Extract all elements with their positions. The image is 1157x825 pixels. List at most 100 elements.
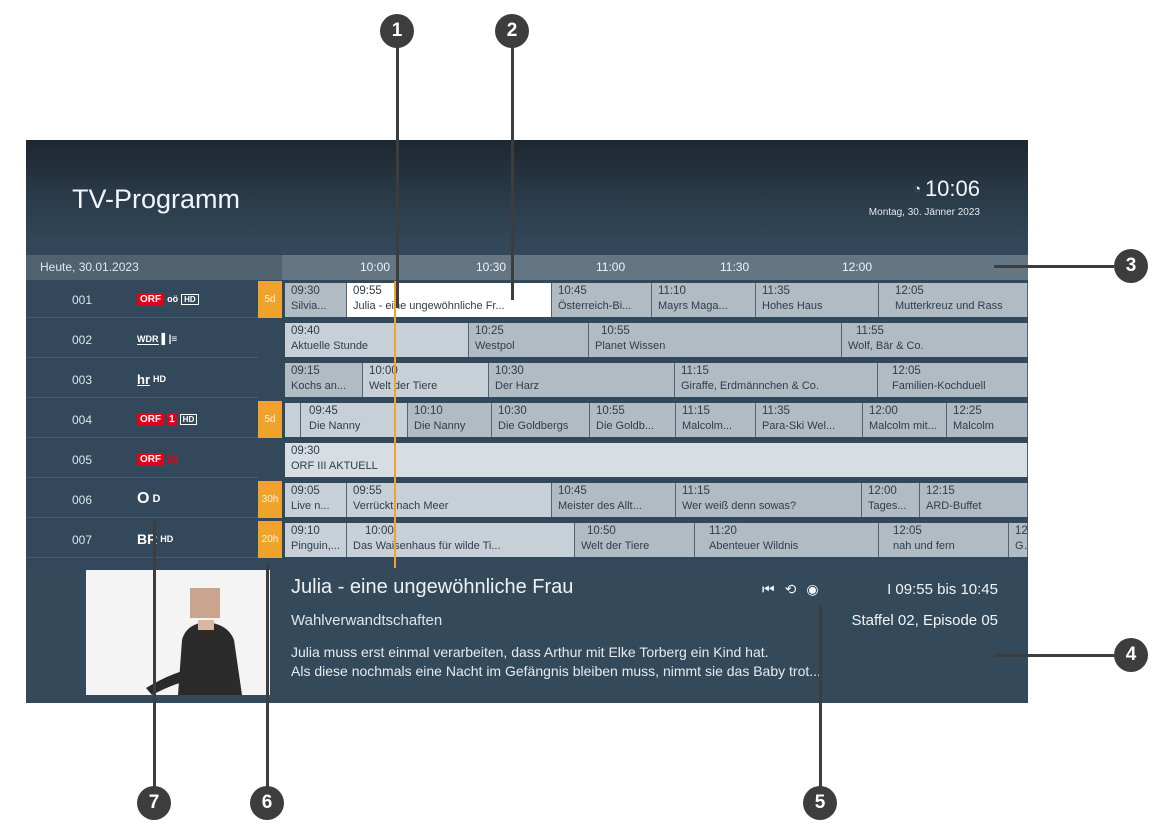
program-cell[interactable]	[285, 403, 301, 437]
program-grid: 001 ORF oö HD 5d 09:30 Silvia... 09:55 Julia…	[26, 281, 1028, 568]
program-name: Wer weiß denn sowas?	[682, 500, 797, 512]
program-cell[interactable]: 12:05 nah und fern	[879, 523, 1009, 557]
skip-back-icon[interactable]: ⏮	[762, 581, 775, 598]
program-cell[interactable]: 09:30 Silvia...	[285, 283, 347, 317]
callout-marker-3: 3	[1114, 249, 1148, 283]
program-cell[interactable]: 11:15 Malcolm...	[676, 403, 756, 437]
program-time: 11:35	[762, 405, 790, 417]
program-time: 10:25	[475, 325, 504, 337]
channel-entry[interactable]: 003 hr HD	[26, 361, 258, 398]
program-time: 10:00	[369, 365, 398, 377]
program-name: Westpol	[475, 340, 515, 352]
program-name: Mutterkreuz und Rass	[895, 300, 1003, 312]
callout-line-4	[994, 654, 1114, 657]
program-time: 12:15	[926, 485, 955, 497]
program-cell[interactable]: 10:00 Das Waisenhaus für wilde Ti...	[347, 523, 575, 557]
program-time: 12	[1015, 525, 1028, 537]
channel-entry[interactable]: 001 ORF oö HD	[26, 281, 258, 318]
program-cell[interactable]: 09:10 Pinguin,...	[285, 523, 347, 557]
program-cell[interactable]: 11:55 Wolf, Bär & Co.	[842, 323, 1028, 357]
program-name: Das Waisenhaus für wilde Ti...	[353, 540, 501, 552]
program-name: Tages...	[868, 500, 907, 512]
timeline-bar: Heute, 30.01.2023 10:00 10:30 11:00 11:3…	[26, 255, 1028, 280]
program-details-panel: Julia - eine ungewöhnliche Frau Wahlverw…	[26, 570, 1028, 703]
record-icon[interactable]: ◉	[806, 581, 818, 598]
program-cell[interactable]: 10:55 Planet Wissen	[589, 323, 842, 357]
channel-entry[interactable]: 007 BR HD	[26, 521, 258, 558]
program-cell[interactable]: 09:15 Kochs an...	[285, 363, 363, 397]
current-time-indicator	[394, 281, 396, 568]
program-time: 09:45	[309, 405, 338, 417]
clock: ◔ 10:06	[913, 176, 980, 202]
channel-number: 001	[72, 293, 93, 307]
program-name: Pinguin,...	[291, 540, 340, 552]
program-cell[interactable]: 11:15 Wer weiß denn sowas?	[676, 483, 862, 517]
channel-entry[interactable]: 002 WDR ▌|≡	[26, 321, 258, 358]
program-time: 09:30	[291, 445, 320, 457]
callout-line-1	[396, 40, 399, 308]
program-cell[interactable]: 12:00 Malcolm mit...	[863, 403, 947, 437]
program-cell[interactable]: 10:30 Der Harz	[489, 363, 675, 397]
channel-logo-orf3: ORF III	[137, 451, 178, 467]
channel-entry[interactable]: 005 ORF III	[26, 441, 258, 478]
channel-logo-orf-ooe: ORF oö HD	[137, 291, 199, 307]
header: TV-Programm ◔ 10:06 Montag, 30. Jänner 20…	[26, 140, 1028, 253]
program-name: Julia - eine ungewöhnliche Fr...	[353, 300, 505, 312]
program-cell[interactable]: 09:30 ORF III AKTUELL	[285, 443, 1028, 477]
replay-badge: 5d	[258, 401, 282, 438]
channel-row: 002 WDR ▌|≡ 09:40 Aktuelle Stunde 10:25 Wes…	[26, 321, 1028, 358]
program-name: Giraffe, Erdmännchen & Co.	[681, 380, 819, 392]
program-cell[interactable]: 10:45 Meister des Allt...	[552, 483, 676, 517]
program-cell[interactable]: 11:20 Abenteuer Wildnis	[695, 523, 879, 557]
program-cell[interactable]: 12:05 Familien-Kochduell	[878, 363, 1028, 397]
program-cell[interactable]: 12 Ge	[1009, 523, 1028, 557]
channel-number: 002	[72, 333, 93, 347]
program-name: Abenteuer Wildnis	[709, 540, 799, 552]
channel-logo-one: OD	[137, 490, 161, 507]
program-name: Die Nanny	[414, 420, 466, 432]
restart-icon[interactable]: ⟲	[785, 581, 797, 598]
program-cell[interactable]: 09:55 Verrückt nach Meer	[347, 483, 552, 517]
program-cell[interactable]: 10:50 Welt der Tiere	[575, 523, 695, 557]
current-date: Montag, 30. Jänner 2023	[868, 207, 980, 218]
program-cell[interactable]: 10:30 Die Goldbergs	[492, 403, 590, 437]
program-cell[interactable]: 09:40 Aktuelle Stunde	[285, 323, 469, 357]
program-time: 12:00	[868, 485, 897, 497]
channel-entry[interactable]: 004 ORF 1 HD	[26, 401, 258, 438]
channel-number: 005	[72, 453, 93, 467]
program-name: Wolf, Bär & Co.	[848, 340, 924, 352]
program-cell[interactable]: 12:05 Mutterkreuz und Rass	[879, 283, 1028, 317]
tv-guide-screen: TV-Programm ◔ 10:06 Montag, 30. Jänner 20…	[26, 140, 1028, 703]
channel-logo-hr: hr HD	[137, 371, 166, 387]
program-name: Familien-Kochduell	[892, 380, 986, 392]
program-cell[interactable]: 12:15 ARD-Buffet	[920, 483, 1028, 517]
program-cell[interactable]: 10:25 Westpol	[469, 323, 589, 357]
program-name: Malcolm mit...	[869, 420, 937, 432]
program-cell[interactable]: 12:00 Tages...	[862, 483, 920, 517]
program-cell[interactable]: 10:55 Die Goldb...	[590, 403, 676, 437]
program-cell[interactable]: 11:35 Para-Ski Wel...	[756, 403, 863, 437]
program-name: Aktuelle Stunde	[291, 340, 369, 352]
page-title: TV-Programm	[72, 184, 241, 214]
program-cell[interactable]: 09:45 Die Nanny	[301, 403, 408, 437]
replay-badge-empty	[258, 361, 282, 398]
program-time: 10:30	[495, 365, 524, 377]
program-cell[interactable]: 10:10 Die Nanny	[408, 403, 492, 437]
program-time: 09:05	[291, 485, 320, 497]
channel-row: 005 ORF III 09:30 ORF III AKTUELL	[26, 441, 1028, 478]
program-cell[interactable]: 12:25 Malcolm	[947, 403, 1028, 437]
program-cell[interactable]: 11:35 Hohes Haus	[756, 283, 879, 317]
program-cell[interactable]: 09:05 Live n...	[285, 483, 347, 517]
callout-marker-7: 7	[137, 786, 171, 820]
channel-logo-wdr: WDR ▌|≡	[137, 333, 178, 345]
timeline-tick: 10:00	[360, 260, 391, 274]
program-time: 09:40	[291, 325, 320, 337]
program-cell[interactable]: 11:10 Mayrs Maga...	[652, 283, 756, 317]
channel-row: 003 hr HD 09:15 Kochs an... 10:00 Welt der …	[26, 361, 1028, 398]
program-cell[interactable]: 10:45 Österreich-Bi...	[552, 283, 652, 317]
program-cell-selected[interactable]: 09:55 Julia - eine ungewöhnliche Fr...	[347, 283, 552, 317]
program-cell[interactable]: 10:00 Welt der Tiere	[363, 363, 489, 397]
program-time: 10:45	[558, 485, 587, 497]
program-cell[interactable]: 11:15 Giraffe, Erdmännchen & Co.	[675, 363, 878, 397]
channel-entry[interactable]: 006 OD	[26, 481, 258, 518]
